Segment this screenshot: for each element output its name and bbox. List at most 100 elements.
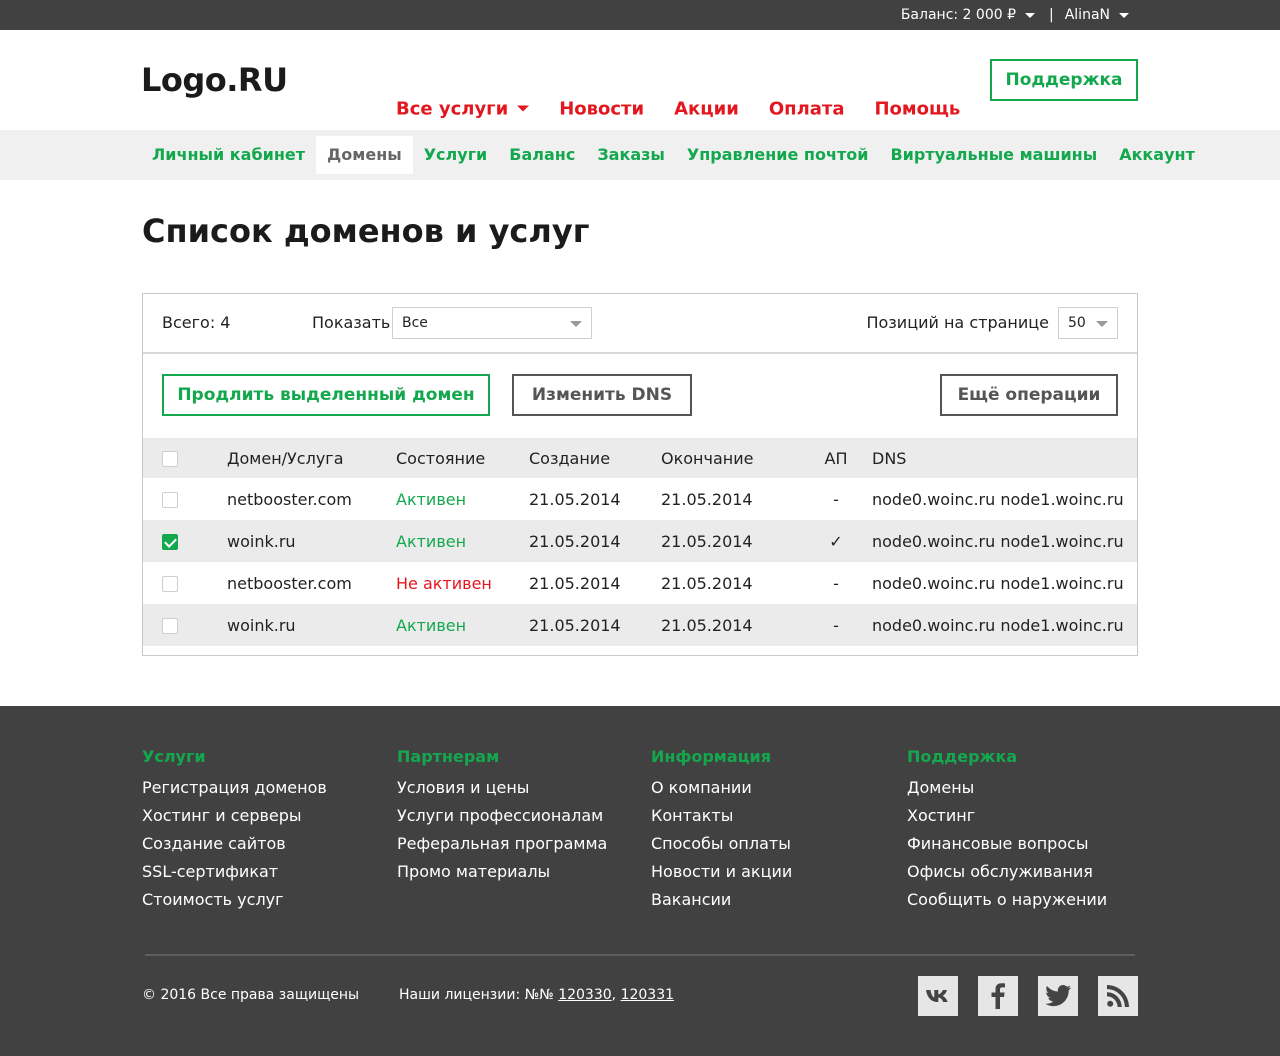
support-button[interactable]: Поддержка <box>990 59 1138 101</box>
tab-mail[interactable]: Управление почтой <box>676 136 880 174</box>
table-row[interactable]: netbooster.com Не активен 21.05.2014 21.05.… <box>143 562 1137 604</box>
user-dropdown[interactable]: AlinaN <box>1065 7 1129 23</box>
footer-link[interactable]: Финансовые вопросы <box>907 830 1107 858</box>
nav-label: Все услуги <box>396 97 509 119</box>
show-filter-select[interactable]: Все <box>392 307 592 339</box>
row-checkbox[interactable] <box>162 534 178 550</box>
tab-domains[interactable]: Домены <box>316 136 413 174</box>
footer-link[interactable]: Стоимость услуг <box>142 886 327 914</box>
license-link[interactable]: 120330 <box>558 987 611 1003</box>
select-all-checkbox[interactable] <box>162 451 178 467</box>
footer-column-title: Информация <box>651 747 771 766</box>
column-header[interactable]: Состояние <box>396 438 529 478</box>
column-header[interactable]: АП <box>800 438 872 478</box>
column-header[interactable]: Окончание <box>661 438 800 478</box>
chevron-down-icon <box>1096 321 1108 327</box>
footer-link[interactable]: Создание сайтов <box>142 830 327 858</box>
renew-domain-button[interactable]: Продлить выделенный домен <box>162 374 490 416</box>
main-nav: Все услуги Новости Акции Оплата Помощь <box>396 95 990 121</box>
copyright: © 2016 Все права защищены <box>142 987 360 1003</box>
footer-link[interactable]: Домены <box>907 774 1107 802</box>
autorenew-cell: - <box>833 489 839 509</box>
footer-column: Партнерам Условия и цены Услуги професси… <box>397 746 607 886</box>
chevron-down-icon <box>570 321 582 327</box>
column-header[interactable]: DNS <box>872 438 1137 478</box>
table-row[interactable]: netbooster.com Активен 21.05.2014 21.05.201… <box>143 478 1137 520</box>
domain-cell[interactable]: netbooster.com <box>227 478 396 520</box>
twitter-icon[interactable] <box>1038 976 1078 1016</box>
perpage-value: 50 <box>1068 315 1086 331</box>
perpage-select[interactable]: 50 <box>1058 307 1118 339</box>
nav-payment[interactable]: Оплата <box>769 95 845 121</box>
column-header[interactable]: Домен/Услуга <box>227 438 396 478</box>
user-name: AlinaN <box>1064 7 1110 23</box>
footer-link[interactable]: Сообщить о наружении <box>907 886 1107 914</box>
licenses: Наши лицензии: №№ 120330, 120331 <box>399 987 674 1003</box>
facebook-icon[interactable] <box>978 976 1018 1016</box>
tab-balance[interactable]: Баланс <box>498 136 586 174</box>
license-link[interactable]: 120331 <box>621 987 674 1003</box>
rss-icon[interactable] <box>1098 976 1138 1016</box>
table-row[interactable]: woink.ru Активен 21.05.2014 21.05.2014 ✓ node… <box>143 520 1137 562</box>
tab-services[interactable]: Услуги <box>413 136 499 174</box>
domain-cell[interactable]: woink.ru <box>227 520 396 562</box>
tab-orders[interactable]: Заказы <box>586 136 676 174</box>
status-cell: Активен <box>396 531 467 551</box>
end-date-cell: 21.05.2014 <box>661 489 753 509</box>
top-bar: Баланс: 2 000 ₽ | AlinaN <box>0 0 1280 30</box>
footer-link[interactable]: О компании <box>651 774 792 802</box>
row-checkbox[interactable] <box>162 492 178 508</box>
footer-link[interactable]: SSL-сертификат <box>142 858 327 886</box>
dns-cell: node0.woinc.ru node1.woinc.ru <box>872 615 1124 635</box>
dns-cell: node0.woinc.ru node1.woinc.ru <box>872 489 1124 509</box>
chevron-down-icon <box>1119 12 1129 18</box>
vk-icon[interactable] <box>918 976 958 1016</box>
footer-link[interactable]: Офисы обслуживания <box>907 858 1107 886</box>
tab-account[interactable]: Аккаунт <box>1108 136 1206 174</box>
created-cell: 21.05.2014 <box>529 489 621 509</box>
footer-link[interactable]: Реферальная программа <box>397 830 607 858</box>
footer-column: Информация О компании Контакты Способы о… <box>651 746 792 914</box>
column-header[interactable]: Создание <box>529 438 661 478</box>
footer-link[interactable]: Промо материалы <box>397 858 607 886</box>
footer-link[interactable]: Услуги профессионалам <box>397 802 607 830</box>
footer-column-title: Партнерам <box>397 747 500 766</box>
footer-link[interactable]: Регистрация доменов <box>142 774 327 802</box>
footer-link[interactable]: Контакты <box>651 802 792 830</box>
tab-vms[interactable]: Виртуальные машины <box>879 136 1108 174</box>
end-date-cell: 21.05.2014 <box>661 615 753 635</box>
perpage-label: Позиций на странице <box>866 313 1049 332</box>
footer-link[interactable]: Хостинг <box>907 802 1107 830</box>
row-checkbox[interactable] <box>162 618 178 634</box>
created-cell: 21.05.2014 <box>529 531 621 551</box>
show-label: Показать <box>312 313 391 332</box>
footer-link[interactable]: Вакансии <box>651 886 792 914</box>
domain-cell[interactable]: netbooster.com <box>227 562 396 604</box>
nav-help[interactable]: Помощь <box>874 95 960 121</box>
footer-link[interactable]: Способы оплаты <box>651 830 792 858</box>
more-operations-button[interactable]: Ещё операции <box>940 374 1118 416</box>
table-header: Домен/Услуга Состояние Создание Окончани… <box>143 438 1137 478</box>
change-dns-button[interactable]: Изменить DNS <box>512 374 692 416</box>
tab-dashboard[interactable]: Личный кабинет <box>141 136 316 174</box>
balance-label: Баланс: 2 000 ₽ <box>900 7 1016 23</box>
logo[interactable]: Logo.RU <box>141 61 288 99</box>
footer-column: Поддержка Домены Хостинг Финансовые вопр… <box>907 746 1107 914</box>
autorenew-cell: - <box>833 615 839 635</box>
table-row[interactable]: woink.ru Активен 21.05.2014 21.05.2014 - node… <box>143 604 1137 646</box>
domains-panel: Всего: 4 Показать Все Позиций на страниц… <box>142 293 1138 656</box>
end-date-cell: 21.05.2014 <box>661 531 753 551</box>
domain-cell[interactable]: woink.ru <box>227 604 396 646</box>
chevron-down-icon <box>1025 12 1035 18</box>
actions-bar: Продлить выделенный домен Изменить DNS Е… <box>143 354 1137 438</box>
row-checkbox[interactable] <box>162 576 178 592</box>
footer-link[interactable]: Условия и цены <box>397 774 607 802</box>
footer-link[interactable]: Хостинг и серверы <box>142 802 327 830</box>
nav-all-services[interactable]: Все услуги <box>396 95 530 121</box>
footer-link[interactable]: Новости и акции <box>651 858 792 886</box>
licenses-label: Наши лицензии: №№ <box>399 987 554 1003</box>
balance-dropdown[interactable]: Баланс: 2 000 ₽ <box>901 7 1035 23</box>
nav-promos[interactable]: Акции <box>674 95 739 121</box>
nav-news[interactable]: Новости <box>559 95 644 121</box>
footer-column-title: Услуги <box>142 747 206 766</box>
